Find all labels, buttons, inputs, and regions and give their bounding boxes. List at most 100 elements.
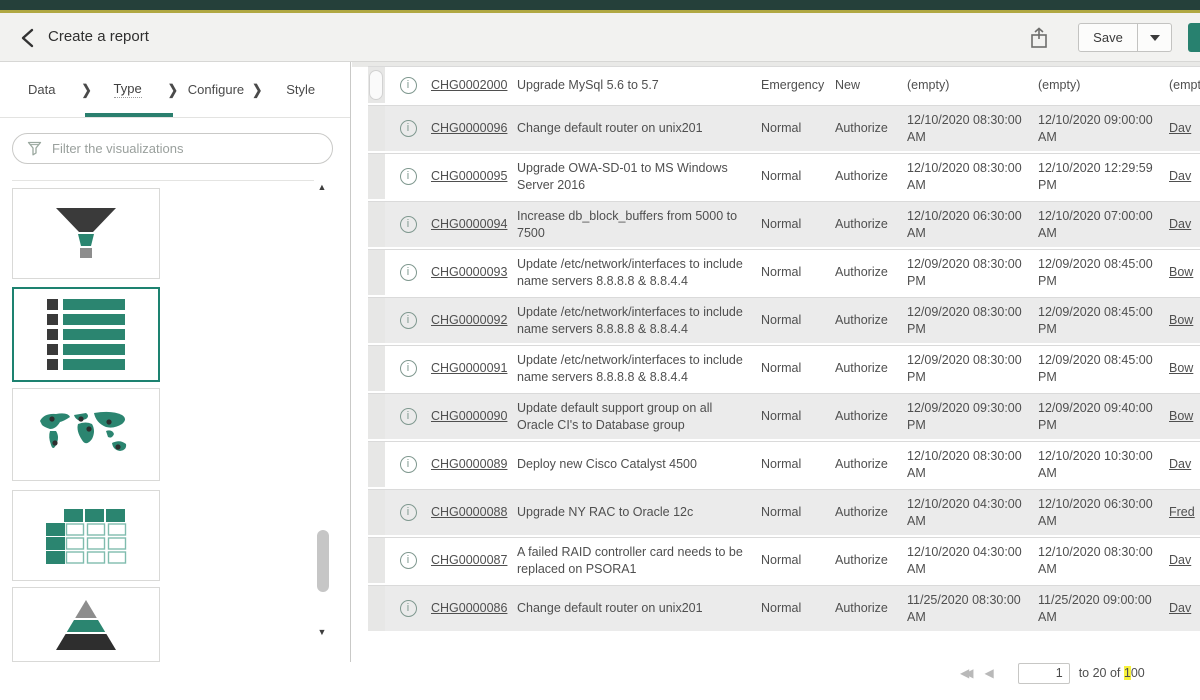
table-row[interactable]: i CHG0000089 Deploy new Cisco Catalyst 4… xyxy=(368,441,1200,487)
state-cell: Authorize xyxy=(835,264,907,281)
breadcrumb-step-configure[interactable]: Configure xyxy=(188,82,244,97)
table-row[interactable]: i CHG0000093 Update /etc/network/interfa… xyxy=(368,249,1200,295)
assignee-link[interactable]: Dav xyxy=(1169,600,1200,617)
info-icon[interactable]: i xyxy=(400,120,417,137)
change-number-link[interactable]: CHG0000086 xyxy=(431,600,517,617)
visualization-filter-input[interactable]: Filter the visualizations xyxy=(12,133,333,164)
assignee-link[interactable]: Dav xyxy=(1169,456,1200,473)
info-icon[interactable]: i xyxy=(400,264,417,281)
change-number-link[interactable]: CHG0000095 xyxy=(431,168,517,185)
short-description-cell: Update /etc/network/interfaces to includ… xyxy=(517,304,761,338)
share-icon[interactable] xyxy=(1028,26,1050,50)
assignee-link[interactable]: Dav xyxy=(1169,168,1200,185)
filter-funnel-icon xyxy=(27,141,42,156)
pyramid-chart-icon xyxy=(55,599,117,651)
table-row[interactable]: i CHG0000090 Update default support grou… xyxy=(368,393,1200,439)
change-number-link[interactable]: CHG0000089 xyxy=(431,456,517,473)
assignee-link[interactable]: Bow xyxy=(1169,312,1200,329)
start-date-cell: 12/09/2020 08:30:00 PM xyxy=(907,352,1038,386)
state-cell: Authorize xyxy=(835,504,907,521)
state-cell: Authorize xyxy=(835,312,907,329)
assignee-link[interactable]: Bow xyxy=(1169,264,1200,281)
table-row[interactable]: i CHG0000086 Change default router on un… xyxy=(368,585,1200,631)
change-number-link[interactable]: CHG0000088 xyxy=(431,504,517,521)
priority-cell: Normal xyxy=(761,312,835,329)
priority-cell: Normal xyxy=(761,120,835,137)
active-step-indicator xyxy=(85,113,173,117)
back-chevron-icon[interactable] xyxy=(18,27,40,49)
viz-card-world-map[interactable] xyxy=(12,388,160,481)
end-date-cell: 12/09/2020 08:45:00 PM xyxy=(1038,304,1169,338)
end-date-cell: 12/10/2020 12:29:59 PM xyxy=(1038,160,1169,194)
page-number-input[interactable] xyxy=(1018,663,1070,684)
info-icon[interactable]: i xyxy=(400,216,417,233)
change-number-link[interactable]: CHG0002000 xyxy=(431,77,517,94)
priority-cell: Normal xyxy=(761,456,835,473)
table-row[interactable]: i CHG0000088 Upgrade NY RAC to Oracle 12… xyxy=(368,489,1200,535)
save-dropdown-button[interactable] xyxy=(1138,23,1172,52)
info-icon[interactable]: i xyxy=(400,312,417,329)
change-number-link[interactable]: CHG0000094 xyxy=(431,216,517,233)
app-window: Create a report Save Data ❯ Type ❯ Confi… xyxy=(0,0,1200,700)
assignee-link[interactable]: Bow xyxy=(1169,408,1200,425)
table-row[interactable]: i CHG0000096 Change default router on un… xyxy=(368,105,1200,151)
save-button[interactable]: Save xyxy=(1078,23,1138,52)
change-number-link[interactable]: CHG0000096 xyxy=(431,120,517,137)
info-icon[interactable]: i xyxy=(400,408,417,425)
viz-card-list[interactable] xyxy=(12,287,160,382)
table-row[interactable]: i CHG0000095 Upgrade OWA-SD-01 to MS Win… xyxy=(368,153,1200,199)
change-number-link[interactable]: CHG0000090 xyxy=(431,408,517,425)
short-description-cell: Upgrade MySql 5.6 to 5.7 xyxy=(517,77,761,94)
table-row[interactable]: i CHG0000091 Update /etc/network/interfa… xyxy=(368,345,1200,391)
table-row[interactable]: i CHG0000094 Increase db_block_buffers f… xyxy=(368,201,1200,247)
table-row[interactable]: i CHG0000087 A failed RAID controller ca… xyxy=(368,537,1200,583)
browser-top-bar xyxy=(0,0,1200,10)
info-icon[interactable]: i xyxy=(400,600,417,617)
state-cell: Authorize xyxy=(835,360,907,377)
filter-placeholder-text: Filter the visualizations xyxy=(52,141,184,156)
info-icon[interactable]: i xyxy=(400,552,417,569)
info-icon[interactable]: i xyxy=(400,168,417,185)
assignee-link[interactable]: Dav xyxy=(1169,120,1200,137)
viz-card-funnel[interactable] xyxy=(12,188,160,279)
scroll-down-arrow-icon[interactable]: ▼ xyxy=(313,627,331,637)
viz-card-pyramid[interactable] xyxy=(12,587,160,662)
end-date-cell: 12/10/2020 09:00:00 AM xyxy=(1038,112,1169,146)
breadcrumb-step-style[interactable]: Style xyxy=(286,82,315,97)
assignee-link[interactable]: Bow xyxy=(1169,360,1200,377)
table-scrollbar-thumb[interactable] xyxy=(369,70,383,100)
assignee-link[interactable]: (empty) xyxy=(1169,77,1200,94)
change-number-link[interactable]: CHG0000092 xyxy=(431,312,517,329)
priority-cell: Normal xyxy=(761,600,835,617)
breadcrumb-step-data[interactable]: Data xyxy=(28,82,55,97)
short-description-cell: Update /etc/network/interfaces to includ… xyxy=(517,352,761,386)
breadcrumb-step-type[interactable]: Type xyxy=(114,81,142,98)
short-description-cell: Change default router on unix201 xyxy=(517,120,761,137)
change-number-link[interactable]: CHG0000091 xyxy=(431,360,517,377)
assignee-link[interactable]: Fred xyxy=(1169,504,1200,521)
pagination: ◀◀ ◀ to 20 of 100 xyxy=(960,658,1200,688)
table-row[interactable]: i CHG0002000 Upgrade MySql 5.6 to 5.7 Em… xyxy=(368,66,1200,103)
viz-card-grid-table[interactable] xyxy=(12,490,160,581)
clipped-primary-button[interactable] xyxy=(1188,23,1200,52)
sidebar-scrollbar-thumb[interactable] xyxy=(317,530,329,592)
change-number-link[interactable]: CHG0000087 xyxy=(431,552,517,569)
info-icon[interactable]: i xyxy=(400,456,417,473)
priority-cell: Normal xyxy=(761,408,835,425)
assignee-link[interactable]: Dav xyxy=(1169,552,1200,569)
info-icon[interactable]: i xyxy=(400,504,417,521)
assignee-link[interactable]: Dav xyxy=(1169,216,1200,233)
info-icon[interactable]: i xyxy=(400,360,417,377)
change-number-link[interactable]: CHG0000093 xyxy=(431,264,517,281)
end-date-cell: 12/10/2020 07:00:00 AM xyxy=(1038,208,1169,242)
scroll-up-arrow-icon[interactable]: ▲ xyxy=(313,182,331,192)
table-rows: i CHG0002000 Upgrade MySql 5.6 to 5.7 Em… xyxy=(368,66,1200,631)
first-page-icon[interactable]: ◀◀ xyxy=(960,666,968,680)
list-chart-icon xyxy=(47,299,125,370)
table-row[interactable]: i CHG0000092 Update /etc/network/interfa… xyxy=(368,297,1200,343)
end-date-cell: 12/10/2020 06:30:00 AM xyxy=(1038,496,1169,530)
previous-page-icon[interactable]: ◀ xyxy=(984,666,993,680)
info-icon[interactable]: i xyxy=(400,77,417,94)
end-date-cell: 12/10/2020 10:30:00 AM xyxy=(1038,448,1169,482)
short-description-cell: Upgrade OWA-SD-01 to MS Windows Server 2… xyxy=(517,160,761,194)
